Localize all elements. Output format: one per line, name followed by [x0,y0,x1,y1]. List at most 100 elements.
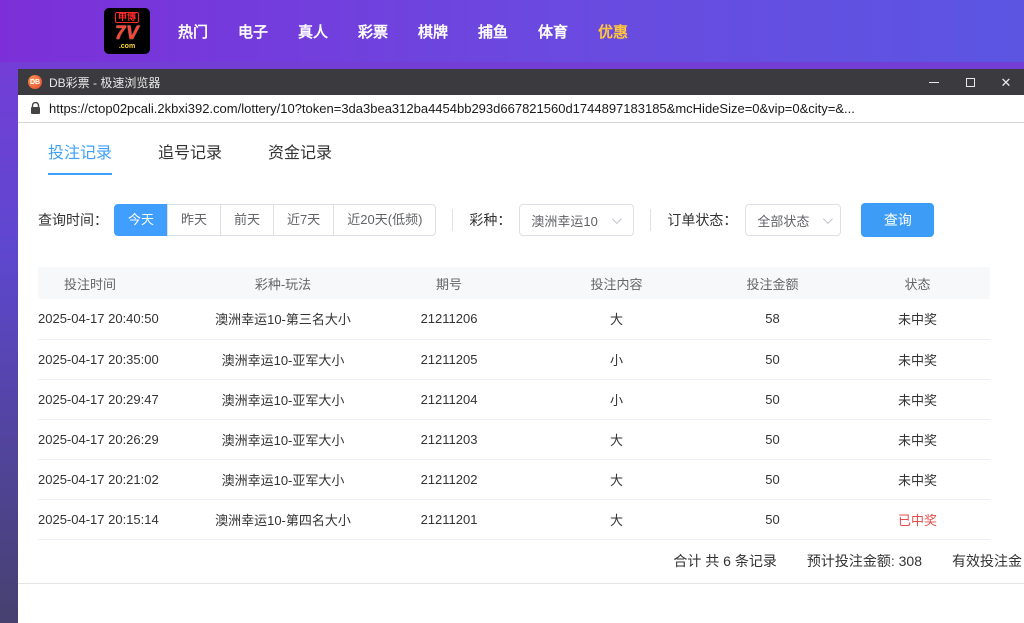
browser-titlebar: DB DB彩票 - 极速浏览器 ✕ [18,69,1024,95]
cell-issue: 21211201 [365,499,533,540]
maximize-button[interactable] [952,69,988,95]
cell-game: 澳洲幸运10-第三名大小 [201,299,365,340]
page-content: 投注记录 追号记录 资金记录 查询时间： 今天 昨天 前天 近7天 近20天(低… [18,123,1024,623]
cell-amount: 50 [700,379,845,420]
chevron-down-icon [823,213,834,224]
cell-bet-time: 2025-04-17 20:35:00 [38,339,201,380]
time-filter-label: 查询时间： [38,212,108,228]
status-filter-label: 订单状态： [667,212,738,228]
browser-window: DB DB彩票 - 极速浏览器 ✕ https://ctop02pcali.2k… [18,69,1024,623]
header-issue: 期号 [365,267,533,299]
bet-records-table: 投注时间 彩种-玩法 期号 投注内容 投注金额 状态 2025-04-17 20… [38,267,990,540]
query-button[interactable]: 查询 [861,203,935,237]
nav-item-slots[interactable]: 电子 [238,21,268,42]
window-controls: ✕ [916,69,1024,95]
nav-item-promo[interactable]: 优惠 [598,21,628,42]
summary-bar: 合计 共 6 条记录 预计投注金额: 308 有效投注金 [18,540,1024,584]
lottery-select-value: 澳洲幸运10 [531,213,598,229]
summary-valid-amount: 有效投注金 [952,553,1022,569]
cell-game: 澳洲幸运10-第四名大小 [201,499,365,540]
table-row: 2025-04-17 20:40:50 澳洲幸运10-第三名大小 21211206 大… [38,299,990,340]
filter-bar: 查询时间： 今天 昨天 前天 近7天 近20天(低频) 彩种： 澳洲幸运10 订… [18,203,1024,237]
site-nav: 热门 电子 真人 彩票 棋牌 捕鱼 体育 优惠 [178,21,628,42]
time-option-yesterday[interactable]: 昨天 [167,204,222,236]
logo-badge: 申博 [114,12,139,23]
time-option-7days[interactable]: 近7天 [273,204,335,236]
cell-bet-time: 2025-04-17 20:15:14 [38,499,201,540]
lottery-select[interactable]: 澳洲幸运10 [519,204,635,236]
cell-game: 澳洲幸运10-亚军大小 [201,339,365,380]
cell-status: 未中奖 [845,299,990,340]
table-row: 2025-04-17 20:29:47 澳洲幸运10-亚军大小 21211204 小 5… [38,379,990,420]
browser-app-icon: DB [28,75,42,89]
cell-issue: 21211204 [365,379,533,420]
logo-text: 7V [114,23,140,44]
filter-divider [650,209,652,231]
table-header-row: 投注时间 彩种-玩法 期号 投注内容 投注金额 状态 [38,267,990,299]
close-button[interactable]: ✕ [988,69,1024,95]
cell-content: 大 [533,499,700,540]
cell-amount: 50 [700,499,845,540]
time-option-daybefore[interactable]: 前天 [220,204,275,236]
header-amount: 投注金额 [700,267,845,299]
cell-content: 小 [533,339,700,380]
lottery-filter-label: 彩种： [469,212,512,228]
site-logo[interactable]: 申博 7V .com [104,8,150,54]
header-content: 投注内容 [533,267,700,299]
address-bar[interactable]: https://ctop02pcali.2kbxi392.com/lottery… [18,95,1024,123]
cell-issue: 21211203 [365,419,533,460]
time-filter-group: 今天 昨天 前天 近7天 近20天(低频) [114,204,437,236]
nav-item-lottery[interactable]: 彩票 [358,21,388,42]
url-text: https://ctop02pcali.2kbxi392.com/lottery… [49,101,855,116]
order-status-select[interactable]: 全部状态 [745,204,842,236]
summary-total: 合计 共 6 条记录 [673,553,777,569]
cell-status: 未中奖 [845,339,990,380]
close-icon: ✕ [1000,74,1012,90]
cell-bet-time: 2025-04-17 20:26:29 [38,419,201,460]
minimize-button[interactable] [916,69,952,95]
cell-status: 未中奖 [845,459,990,500]
time-option-today[interactable]: 今天 [114,204,169,236]
tab-bet-records[interactable]: 投注记录 [48,139,113,175]
cell-amount: 50 [700,339,845,380]
nav-item-sports[interactable]: 体育 [538,21,568,42]
tab-chase-records[interactable]: 追号记录 [158,139,222,175]
logo-suffix: .com [118,43,136,50]
table-row: 2025-04-17 20:21:02 澳洲幸运10-亚军大小 21211202 大 5… [38,459,990,500]
nav-item-cards[interactable]: 棋牌 [418,21,448,42]
cell-game: 澳洲幸运10-亚军大小 [201,459,365,500]
cell-amount: 58 [700,299,845,340]
time-option-20days[interactable]: 近20天(低频) [333,204,437,236]
header-status: 状态 [845,267,990,299]
cell-bet-time: 2025-04-17 20:40:50 [38,299,201,340]
cell-bet-time: 2025-04-17 20:29:47 [38,379,201,420]
tab-bar: 投注记录 追号记录 资金记录 [18,123,1024,175]
nav-item-live[interactable]: 真人 [298,21,328,42]
table-row: 2025-04-17 20:26:29 澳洲幸运10-亚军大小 21211203 大 5… [38,419,990,460]
cell-amount: 50 [700,419,845,460]
cell-status: 未中奖 [845,419,990,460]
maximize-icon [965,77,975,87]
filter-divider [452,209,454,231]
tab-fund-records[interactable]: 资金记录 [268,139,332,175]
status-select-value: 全部状态 [757,213,810,229]
cell-content: 小 [533,379,700,420]
cell-status: 未中奖 [845,379,990,420]
table-row: 2025-04-17 20:35:00 澳洲幸运10-亚军大小 21211205 小 5… [38,339,990,380]
lock-icon [30,102,41,115]
table-row: 2025-04-17 20:15:14 澳洲幸运10-第四名大小 21211201 大… [38,499,990,540]
cell-content: 大 [533,459,700,500]
nav-item-fishing[interactable]: 捕鱼 [478,21,508,42]
header-game: 彩种-玩法 [201,267,365,299]
cell-amount: 50 [700,459,845,500]
cell-content: 大 [533,299,700,340]
cell-issue: 21211206 [365,299,533,340]
cell-game: 澳洲幸运10-亚军大小 [201,419,365,460]
summary-expected-amount: 预计投注金额: 308 [806,553,922,569]
window-title: DB彩票 - 极速浏览器 [49,75,161,90]
chevron-down-icon [611,213,622,224]
cell-issue: 21211205 [365,339,533,380]
nav-item-hot[interactable]: 热门 [178,21,208,42]
header-bet-time: 投注时间 [38,267,201,299]
cell-bet-time: 2025-04-17 20:21:02 [38,459,201,500]
